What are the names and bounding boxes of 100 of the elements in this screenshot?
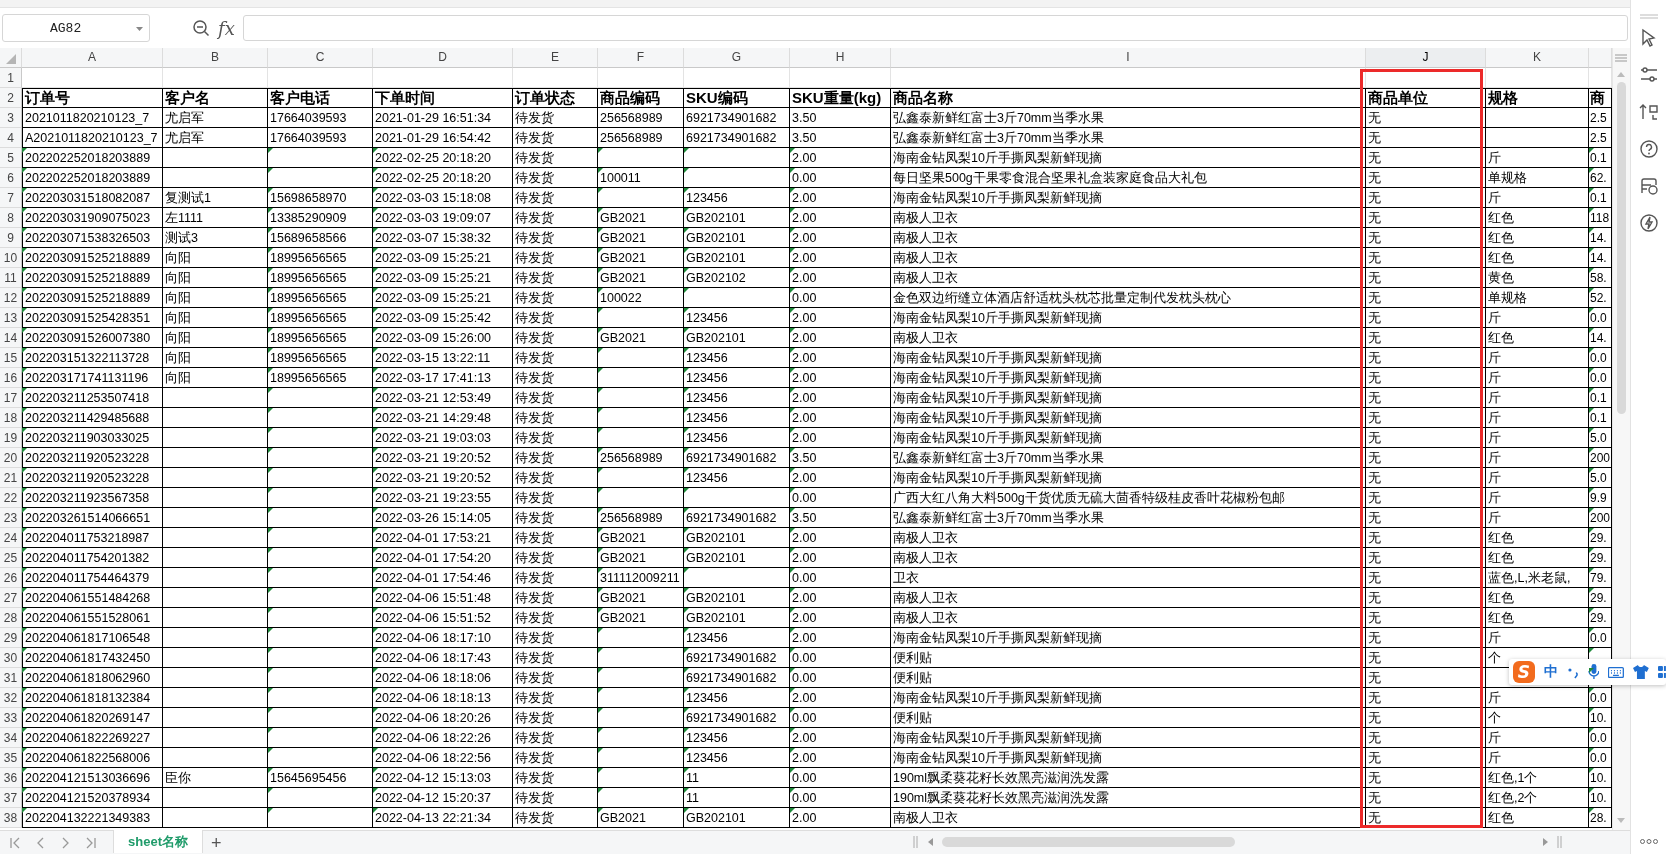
sliders-icon[interactable] [1638,65,1659,85]
row-number[interactable]: 30 [0,648,22,668]
row-number[interactable]: 19 [0,428,22,448]
row-number[interactable]: 32 [0,688,22,708]
first-sheet-icon[interactable] [10,836,21,849]
row-number[interactable]: 23 [0,508,22,528]
row-number[interactable]: 13 [0,308,22,328]
scroll-down-icon[interactable] [1617,818,1625,823]
table-cell: 向阳 [163,288,268,308]
previous-sheet-icon[interactable] [35,836,46,849]
table-cell: 斤 [1486,348,1589,368]
scroll-right-icon[interactable] [1542,838,1548,846]
row-number[interactable]: 31 [0,668,22,688]
apps-icon[interactable] [1658,665,1666,679]
row-number[interactable]: 36 [0,768,22,788]
row-number[interactable]: 1 [0,68,22,88]
table-cell: 6921734901682 [684,708,790,728]
scroll-thumb[interactable] [941,837,1235,847]
table-cell: 202202252018203889 [22,168,163,188]
column-header[interactable]: G [684,48,790,68]
row-number[interactable]: 6 [0,168,22,188]
row-number[interactable]: 24 [0,528,22,548]
row-number[interactable]: 3 [0,108,22,128]
row-number[interactable]: 28 [0,608,22,628]
shirt-icon[interactable] [1633,665,1650,679]
table-cell: 海南金钻凤梨10斤手撕凤梨新鲜现摘 [891,688,1366,708]
drag-handle-icon[interactable] [1639,14,1658,19]
grip-icon[interactable] [1615,54,1627,62]
name-box[interactable]: AG82 [2,14,150,42]
help-icon[interactable] [1638,139,1659,159]
table-cell: 256568989 [598,128,684,148]
column-header[interactable] [1589,48,1612,68]
column-header[interactable]: J [1366,48,1486,68]
row-number[interactable]: 33 [0,708,22,728]
table-cell: 0.00 [790,788,891,808]
add-sheet-button[interactable]: + [203,831,230,854]
row-number[interactable]: 18 [0,408,22,428]
table-cell: 2.00 [790,688,891,708]
column-header[interactable]: H [790,48,891,68]
column-header[interactable]: A [22,48,163,68]
table-cell: 南极人卫衣 [891,808,1366,828]
table-cell: 202204061820269147 [22,708,163,728]
table-cell: 18995656565 [268,308,373,328]
row-number[interactable]: 7 [0,188,22,208]
row-number[interactable]: 38 [0,808,22,828]
scroll-up-icon[interactable] [1617,72,1625,77]
row-number[interactable]: 29 [0,628,22,648]
table-cell: 待发货 [513,608,598,628]
table-cell: 红色,1个 [1486,768,1589,788]
microphone-icon[interactable] [1587,664,1600,680]
table-cell: 海南金钻凤梨10斤手撕凤梨新鲜现摘 [891,148,1366,168]
splitter-icon[interactable] [912,836,918,848]
row-number[interactable]: 4 [0,128,22,148]
row-number[interactable]: 22 [0,488,22,508]
row-number[interactable]: 21 [0,468,22,488]
formula-field[interactable] [242,15,1628,41]
row-number[interactable]: 9 [0,228,22,248]
function-button[interactable]: fx [218,17,235,39]
row-number[interactable]: 25 [0,548,22,568]
row-number[interactable]: 5 [0,148,22,168]
column-header[interactable]: E [513,48,598,68]
table-cell: 无 [1366,608,1486,628]
lightning-icon[interactable] [1638,213,1659,233]
row-number[interactable]: 12 [0,288,22,308]
column-header[interactable]: D [373,48,513,68]
column-header[interactable]: I [891,48,1366,68]
row-number[interactable]: 15 [0,348,22,368]
sheet-tab[interactable]: sheet名称 [113,830,203,853]
row-number[interactable]: 10 [0,248,22,268]
table-cell: 待发货 [513,788,598,808]
chart-icon[interactable] [1638,176,1659,196]
last-sheet-icon[interactable] [85,836,96,849]
row-number[interactable]: 2 [0,88,22,108]
table-cell: 202204061822568006 [22,748,163,768]
row-number[interactable]: 11 [0,268,22,288]
more-icon[interactable] [1640,839,1658,844]
splitter-icon[interactable] [1556,836,1562,848]
scroll-thumb[interactable] [1617,82,1626,414]
row-number[interactable]: 27 [0,588,22,608]
column-header[interactable]: F [598,48,684,68]
next-sheet-icon[interactable] [60,836,71,849]
keyboard-icon[interactable] [1608,666,1625,678]
row-number[interactable]: 37 [0,788,22,808]
row-number[interactable]: 8 [0,208,22,228]
column-header[interactable]: C [268,48,373,68]
sort-icon[interactable] [1638,102,1659,122]
column-header[interactable]: B [163,48,268,68]
row-number[interactable]: 26 [0,568,22,588]
row-number[interactable]: 17 [0,388,22,408]
row-number[interactable]: 16 [0,368,22,388]
select-all-icon[interactable] [5,54,16,64]
scroll-left-icon[interactable] [927,838,933,846]
row-number[interactable]: 34 [0,728,22,748]
row-number[interactable]: 14 [0,328,22,348]
table-cell: 待发货 [513,188,598,208]
column-header[interactable]: K [1486,48,1589,68]
row-number[interactable]: 20 [0,448,22,468]
zoom-icon[interactable] [192,19,210,37]
caret-icon[interactable] [136,27,143,31]
row-number[interactable]: 35 [0,748,22,768]
